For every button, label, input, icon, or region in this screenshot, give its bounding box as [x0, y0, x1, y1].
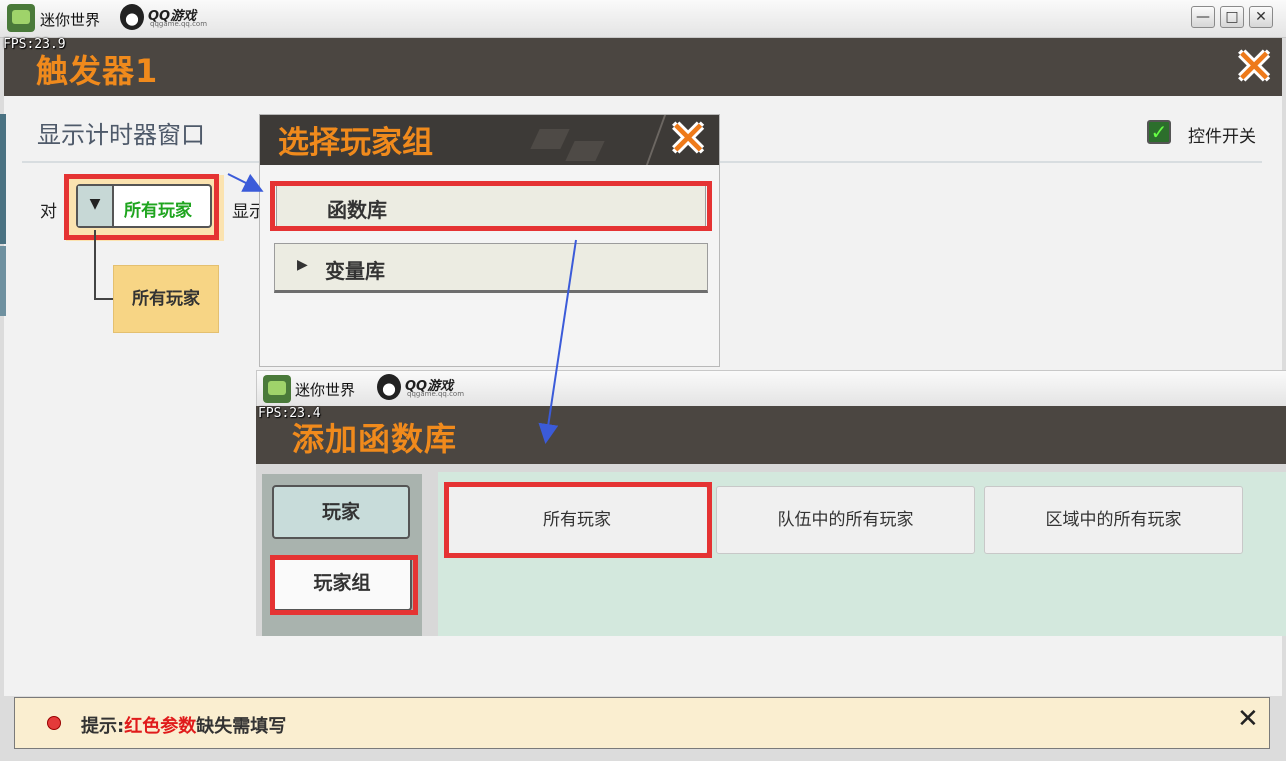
dropdown-value: 所有玩家: [124, 201, 192, 221]
row-prefix-label: 对: [40, 202, 57, 222]
sub-window-titlebar: 迷你世界 QQ游戏 qqgame.qq.com: [256, 370, 1286, 406]
sub-window-app-name: 迷你世界: [295, 381, 356, 399]
function-card-team-players[interactable]: 队伍中的所有玩家: [716, 486, 975, 554]
window-titlebar: 迷你世界 QQ游戏 qqgame.qq.com — □ ✕: [0, 0, 1286, 38]
sub-fps-counter: FPS:23.4: [258, 406, 321, 421]
header-slash-decor: [645, 115, 667, 165]
toggle-checkbox[interactable]: ✓: [1147, 120, 1171, 144]
maximize-button[interactable]: □: [1220, 6, 1244, 28]
editor-close-icon[interactable]: ✕: [1234, 43, 1274, 91]
player-group-highlight: [270, 555, 418, 615]
editor-title: 触发器1: [36, 52, 159, 90]
hint-message: 提示:红色参数缺失需填写: [81, 712, 286, 738]
expand-triangle-icon[interactable]: ▶: [297, 257, 308, 273]
toggle-label: 控件开关: [1188, 127, 1256, 147]
window-close-button[interactable]: ✕: [1249, 6, 1273, 28]
player-dropdown[interactable]: ▼ 所有玩家: [76, 184, 212, 228]
hint-bar: 提示:红色参数缺失需填写 ✕: [14, 697, 1270, 749]
hint-prefix: 提示:: [81, 716, 125, 737]
left-accent-bar: [0, 114, 6, 244]
header-stripe-decor: [530, 129, 570, 149]
qq-penguin-icon: [377, 374, 401, 400]
minimize-button[interactable]: —: [1191, 6, 1215, 28]
qq-game-domain: qqgame.qq.com: [150, 20, 208, 28]
tree-node-all-players[interactable]: 所有玩家: [113, 265, 219, 333]
all-players-card-highlight: [444, 482, 712, 558]
left-accent-bar-lower: [0, 246, 6, 316]
library-row-variables[interactable]: ▶ 变量库: [274, 243, 708, 293]
popup-header: 选择玩家组 ✕: [260, 115, 719, 165]
mini-world-logo-icon: [263, 375, 291, 403]
mini-world-logo-icon: [7, 4, 35, 32]
dropdown-arrow-icon[interactable]: ▼: [78, 186, 114, 226]
fps-counter: FPS:23.9: [3, 37, 66, 52]
popup-close-icon[interactable]: ✕: [668, 115, 708, 163]
window-app-name: 迷你世界: [40, 11, 101, 29]
qq-penguin-icon: [120, 4, 144, 30]
header-stripe-decor: [565, 141, 605, 161]
editor-header: 触发器1 ✕: [4, 38, 1282, 96]
hint-red-text: 红色参数: [124, 716, 197, 737]
qq-game-domain: qqgame.qq.com: [407, 390, 465, 398]
function-card-area-players[interactable]: 区域中的所有玩家: [984, 486, 1243, 554]
category-player[interactable]: 玩家: [272, 485, 410, 539]
tree-connector: [94, 230, 114, 300]
hint-suffix: 缺失需填写: [196, 716, 287, 737]
library-row-label: 变量库: [325, 259, 385, 283]
section-title: 显示计时器窗口: [37, 121, 205, 149]
select-group-popup: 选择玩家组 ✕ 函数库 ▶ 变量库: [259, 114, 720, 367]
popup-title: 选择玩家组: [278, 125, 433, 161]
function-library-highlight: [270, 181, 712, 231]
hint-dot-icon: [47, 716, 61, 730]
add-library-header: 添加函数库: [256, 406, 1286, 464]
hint-close-icon[interactable]: ✕: [1237, 706, 1259, 732]
